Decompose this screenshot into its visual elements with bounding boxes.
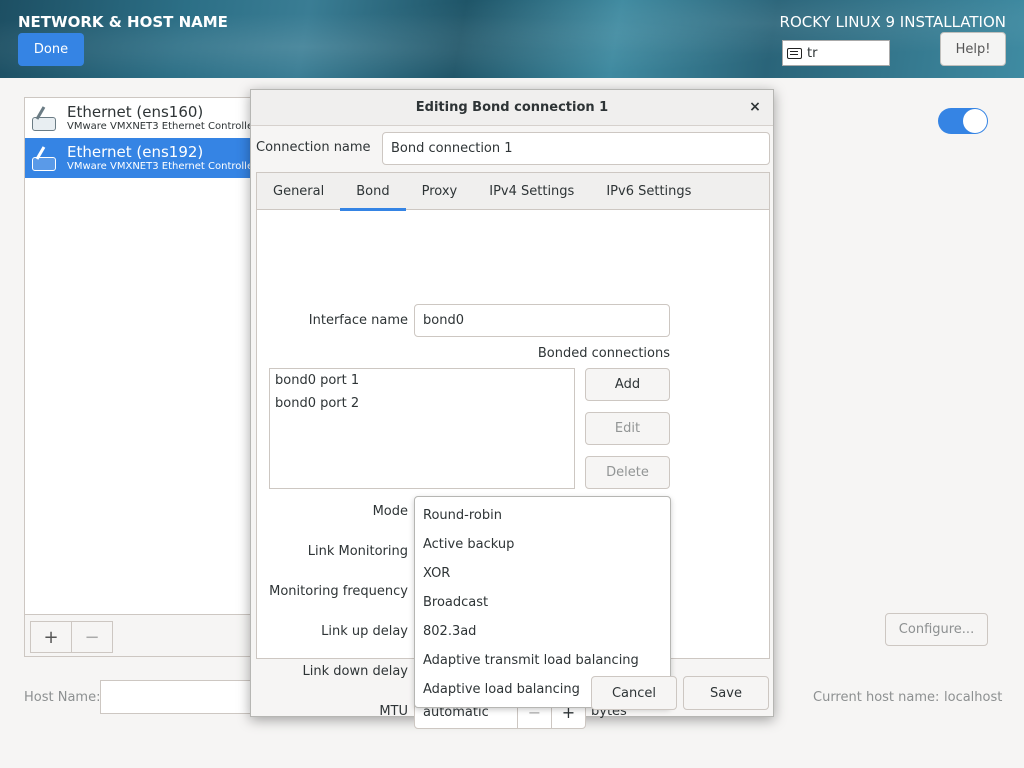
header-banner xyxy=(0,0,1024,78)
add-connection-button[interactable]: + xyxy=(30,621,72,653)
remove-connection-button[interactable]: − xyxy=(71,621,113,653)
current-hostname-value: localhost xyxy=(944,690,1003,705)
settings-notebook: General Bond Proxy IPv4 Settings IPv6 Se… xyxy=(256,172,770,729)
done-button[interactable]: Done xyxy=(18,33,84,66)
mode-option[interactable]: 802.3ad xyxy=(415,617,670,646)
keyboard-icon xyxy=(787,47,802,59)
close-icon[interactable]: × xyxy=(746,98,764,116)
save-button[interactable]: Save xyxy=(683,676,769,710)
monitoring-frequency-label: Monitoring frequency xyxy=(269,584,408,599)
connection-toggle[interactable] xyxy=(938,108,988,134)
connection-item-ens160[interactable]: Ethernet (ens160) VMware VMXNET3 Etherne… xyxy=(25,98,258,138)
connection-name: Ethernet (ens192) xyxy=(67,142,204,161)
connection-name-label: Connection name xyxy=(256,140,371,155)
tab-bond[interactable]: Bond xyxy=(340,173,406,211)
toggle-knob xyxy=(963,109,987,133)
bonded-item[interactable]: bond0 port 2 xyxy=(270,392,574,415)
connection-item-ens192[interactable]: Ethernet (ens192) VMware VMXNET3 Etherne… xyxy=(25,138,258,178)
link-up-delay-label: Link up delay xyxy=(321,624,408,639)
keyboard-layout-value: tr xyxy=(807,45,818,61)
edit-connection-dialog: Editing Bond connection 1 × Connection n… xyxy=(250,89,774,729)
mode-option[interactable]: Broadcast xyxy=(415,588,670,617)
connection-device: VMware VMXNET3 Ethernet Controller xyxy=(67,120,258,132)
bonded-item[interactable]: bond0 port 1 xyxy=(270,369,574,392)
keyboard-layout-indicator[interactable]: tr xyxy=(782,40,890,66)
link-down-delay-label: Link down delay xyxy=(302,664,409,679)
mode-option[interactable]: Round-robin xyxy=(415,501,670,530)
dialog-title: Editing Bond connection 1 xyxy=(251,90,773,126)
hostname-label: Host Name: xyxy=(24,690,101,705)
delete-bonded-button[interactable]: Delete xyxy=(585,456,670,489)
configure-button[interactable]: Configure... xyxy=(885,613,988,646)
connection-name: Ethernet (ens160) xyxy=(67,102,204,121)
mode-option[interactable]: Active backup xyxy=(415,530,670,559)
connection-device: VMware VMXNET3 Ethernet Controller xyxy=(67,160,258,172)
tab-general[interactable]: General xyxy=(257,173,340,210)
hostname-input[interactable] xyxy=(100,680,260,714)
product-title: ROCKY LINUX 9 INSTALLATION xyxy=(779,13,1006,31)
connection-list: Ethernet (ens160) VMware VMXNET3 Etherne… xyxy=(24,97,258,657)
interface-name-value: bond0 xyxy=(423,313,464,328)
tab-bar: General Bond Proxy IPv4 Settings IPv6 Se… xyxy=(257,173,769,211)
help-button[interactable]: Help! xyxy=(940,32,1006,66)
edit-bonded-button[interactable]: Edit xyxy=(585,412,670,445)
mode-label: Mode xyxy=(372,504,408,519)
network-wired-icon xyxy=(29,143,59,173)
bonded-connections-label: Bonded connections xyxy=(537,346,670,361)
spoke-title: NETWORK & HOST NAME xyxy=(18,13,228,31)
link-monitoring-label: Link Monitoring xyxy=(307,544,408,559)
connection-name-input[interactable]: Bond connection 1 xyxy=(382,132,770,165)
current-hostname-label: Current host name: xyxy=(813,690,940,705)
dialog-title-text: Editing Bond connection 1 xyxy=(415,100,609,115)
mtu-label: MTU xyxy=(379,704,408,719)
bonded-connections-list: bond0 port 1 bond0 port 2 xyxy=(269,368,575,489)
cancel-button[interactable]: Cancel xyxy=(591,676,677,710)
tab-ipv4-settings[interactable]: IPv4 Settings xyxy=(473,173,590,210)
tab-proxy[interactable]: Proxy xyxy=(406,173,474,210)
interface-name-input[interactable]: bond0 xyxy=(414,304,670,337)
connection-name-value: Bond connection 1 xyxy=(391,141,513,156)
connection-list-toolbar: + − xyxy=(24,614,256,657)
add-bonded-button[interactable]: Add xyxy=(585,368,670,401)
network-wired-icon xyxy=(29,103,59,133)
mode-option[interactable]: XOR xyxy=(415,559,670,588)
mode-option[interactable]: Adaptive transmit load balancing xyxy=(415,646,670,675)
tab-ipv6-settings[interactable]: IPv6 Settings xyxy=(590,173,707,210)
interface-name-label: Interface name xyxy=(308,313,408,328)
